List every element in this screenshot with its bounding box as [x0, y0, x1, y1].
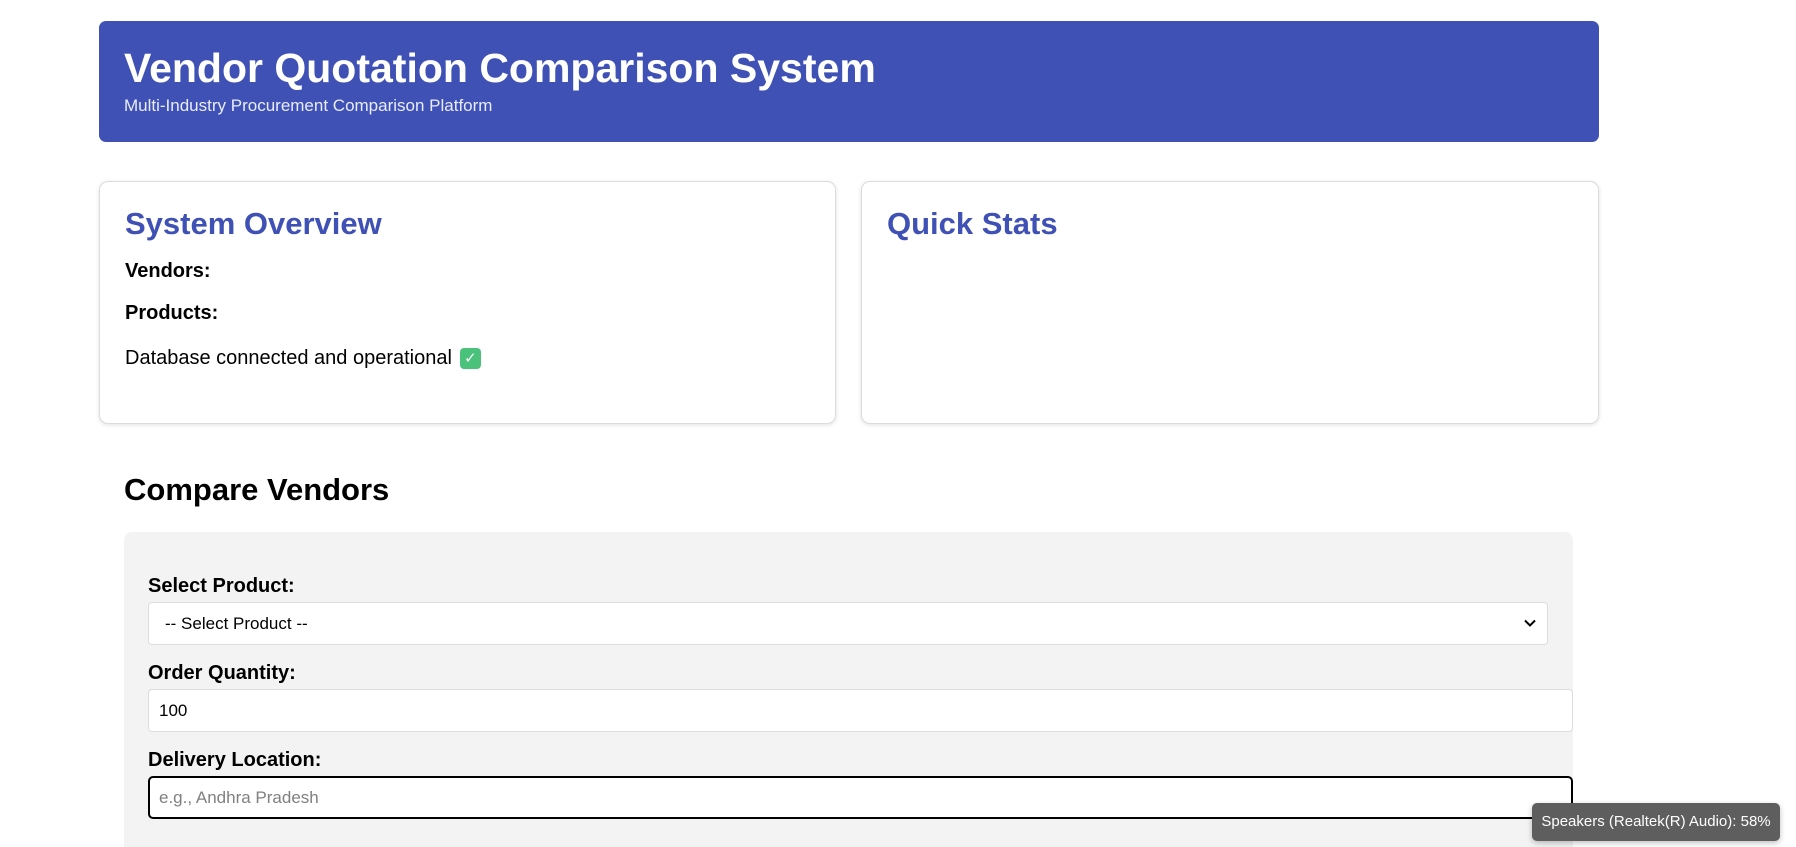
- location-label: Delivery Location:: [148, 749, 322, 771]
- chevron-down-icon: [1524, 619, 1536, 627]
- quantity-label: Order Quantity:: [148, 662, 296, 684]
- app-header: Vendor Quotation Comparison System Multi…: [99, 21, 1599, 142]
- page-subtitle: Multi-Industry Procurement Comparison Pl…: [124, 96, 493, 115]
- product-label: Select Product:: [148, 575, 295, 597]
- location-input[interactable]: [148, 776, 1573, 819]
- system-overview-card: System Overview Vendors: Products: Datab…: [99, 181, 836, 424]
- quick-stats-card: Quick Stats: [861, 181, 1599, 424]
- check-box-icon: ✓: [459, 347, 481, 369]
- product-select[interactable]: -- Select Product --: [148, 602, 1548, 645]
- volume-toast: Speakers (Realtek(R) Audio): 58%: [1532, 803, 1780, 841]
- compare-vendors-title: Compare Vendors: [124, 472, 390, 507]
- compare-form: Select Product: -- Select Product -- Ord…: [124, 532, 1573, 847]
- system-overview-title: System Overview: [125, 206, 382, 241]
- page: Vendor Quotation Comparison System Multi…: [0, 0, 1796, 847]
- quick-stats-title: Quick Stats: [887, 206, 1058, 241]
- database-status: Database connected and operational ✓: [125, 344, 810, 372]
- vendors-label: Vendors:: [125, 260, 211, 282]
- product-select-value: -- Select Product --: [165, 614, 308, 633]
- page-title: Vendor Quotation Comparison System: [124, 45, 876, 91]
- database-status-text: Database connected and operational: [125, 347, 452, 369]
- products-label: Products:: [125, 302, 219, 324]
- quantity-input[interactable]: [148, 689, 1573, 732]
